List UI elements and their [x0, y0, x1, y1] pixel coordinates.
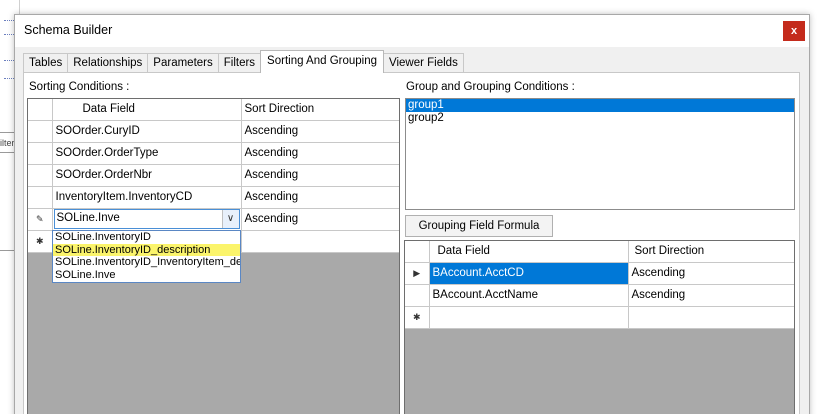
- row-header-corner: [28, 99, 53, 121]
- edit-pencil-icon: ✎: [28, 208, 53, 231]
- grouping-fields-grid[interactable]: Data Field Sort Direction ▶ BAccount.Acc…: [404, 240, 795, 414]
- table-row-selected[interactable]: ▶ BAccount.AcctCD Ascending: [405, 262, 794, 285]
- title-bar[interactable]: Schema Builder x: [15, 15, 809, 47]
- combobox-text[interactable]: SOLine.Inve: [57, 212, 120, 224]
- row-header[interactable]: [405, 284, 430, 307]
- dropdown-option[interactable]: SOLine.Inve: [53, 269, 240, 282]
- row-header[interactable]: [28, 186, 53, 209]
- new-row-data-field-cell[interactable]: [429, 306, 629, 329]
- chevron-down-icon[interactable]: ∨: [221, 210, 239, 228]
- data-field-cell[interactable]: BAccount.AcctCD: [429, 262, 629, 285]
- new-row-sort-direction-cell[interactable]: [241, 230, 399, 253]
- table-row[interactable]: BAccount.AcctName Ascending: [405, 284, 794, 307]
- sort-direction-cell[interactable]: Ascending: [628, 284, 794, 307]
- grouping-field-formula-button[interactable]: Grouping Field Formula: [405, 215, 553, 237]
- close-button[interactable]: x: [783, 21, 805, 41]
- group-conditions-label: Group and Grouping Conditions :: [406, 81, 575, 93]
- grid-header-row: Data Field Sort Direction: [28, 99, 399, 121]
- background-dotted-line: [4, 60, 14, 61]
- row-header[interactable]: [28, 142, 53, 165]
- row-header[interactable]: [28, 120, 53, 143]
- group-list-item[interactable]: group2: [406, 112, 794, 125]
- tab-strip: Tables Relationships Parameters Filters …: [23, 50, 464, 73]
- background-dotted-line: [4, 20, 14, 21]
- data-field-cell[interactable]: SOOrder.CuryID: [52, 120, 242, 143]
- dropdown-option[interactable]: SOLine.InventoryID_InventoryItem_descrip…: [53, 256, 240, 269]
- row-header[interactable]: [28, 164, 53, 187]
- tab-parameters[interactable]: Parameters: [147, 53, 219, 73]
- data-field-cell[interactable]: BAccount.AcctName: [429, 284, 629, 307]
- row-header-corner: [405, 241, 430, 263]
- tab-filters[interactable]: Filters: [217, 53, 262, 73]
- dropdown-option[interactable]: SOLine.InventoryID: [53, 231, 240, 244]
- groups-listbox[interactable]: group1 group2: [405, 98, 795, 210]
- dropdown-option-highlighted[interactable]: SOLine.InventoryID_description: [53, 243, 240, 256]
- editing-row[interactable]: ✎ SOLine.Inve ∨ Ascending: [28, 208, 399, 231]
- data-field-dropdown-list[interactable]: SOLine.InventoryID SOLine.InventoryID_de…: [52, 230, 241, 283]
- column-header-data-field[interactable]: Data Field: [52, 99, 242, 121]
- new-row-sort-direction-cell[interactable]: [628, 306, 794, 329]
- tab-relationships[interactable]: Relationships: [67, 53, 149, 73]
- tab-viewer-fields[interactable]: Viewer Fields: [383, 53, 464, 73]
- data-field-combobox[interactable]: SOLine.Inve ∨: [53, 209, 240, 229]
- group-list-item-selected[interactable]: group1: [406, 99, 794, 112]
- table-row[interactable]: SOOrder.OrderNbr Ascending: [28, 164, 399, 187]
- new-row[interactable]: ✱: [405, 306, 794, 329]
- table-row[interactable]: SOOrder.OrderType Ascending: [28, 142, 399, 165]
- sort-direction-cell[interactable]: Ascending: [628, 262, 794, 285]
- window-title: Schema Builder: [24, 23, 113, 37]
- sort-direction-cell[interactable]: Ascending: [241, 120, 399, 143]
- current-row-arrow-icon: ▶: [405, 262, 430, 285]
- table-row[interactable]: SOOrder.CuryID Ascending: [28, 120, 399, 143]
- data-field-cell[interactable]: SOOrder.OrderNbr: [52, 164, 242, 187]
- grid-header-row: Data Field Sort Direction: [405, 241, 794, 263]
- background-dotted-line: [4, 34, 14, 35]
- sort-direction-cell[interactable]: Ascending: [241, 186, 399, 209]
- new-row-asterisk-icon: ✱: [405, 306, 430, 329]
- sort-direction-cell[interactable]: Ascending: [241, 142, 399, 165]
- column-header-sort-direction[interactable]: Sort Direction: [628, 241, 794, 263]
- sorting-conditions-label: Sorting Conditions :: [29, 81, 130, 93]
- sort-direction-cell[interactable]: Ascending: [241, 164, 399, 187]
- data-field-cell[interactable]: SOOrder.OrderType: [52, 142, 242, 165]
- data-field-cell-editing[interactable]: SOLine.Inve ∨: [52, 208, 242, 231]
- data-field-cell[interactable]: InventoryItem.InventoryCD: [52, 186, 242, 209]
- column-header-sort-direction[interactable]: Sort Direction: [241, 99, 399, 121]
- tab-tables[interactable]: Tables: [23, 53, 69, 73]
- sort-direction-cell[interactable]: Ascending: [241, 208, 399, 231]
- background-dotted-line: [4, 78, 14, 79]
- tab-sorting-and-grouping[interactable]: Sorting And Grouping: [260, 50, 385, 73]
- new-row-asterisk-icon: ✱: [28, 230, 53, 253]
- column-header-data-field[interactable]: Data Field: [429, 241, 629, 263]
- table-row[interactable]: InventoryItem.InventoryCD Ascending: [28, 186, 399, 209]
